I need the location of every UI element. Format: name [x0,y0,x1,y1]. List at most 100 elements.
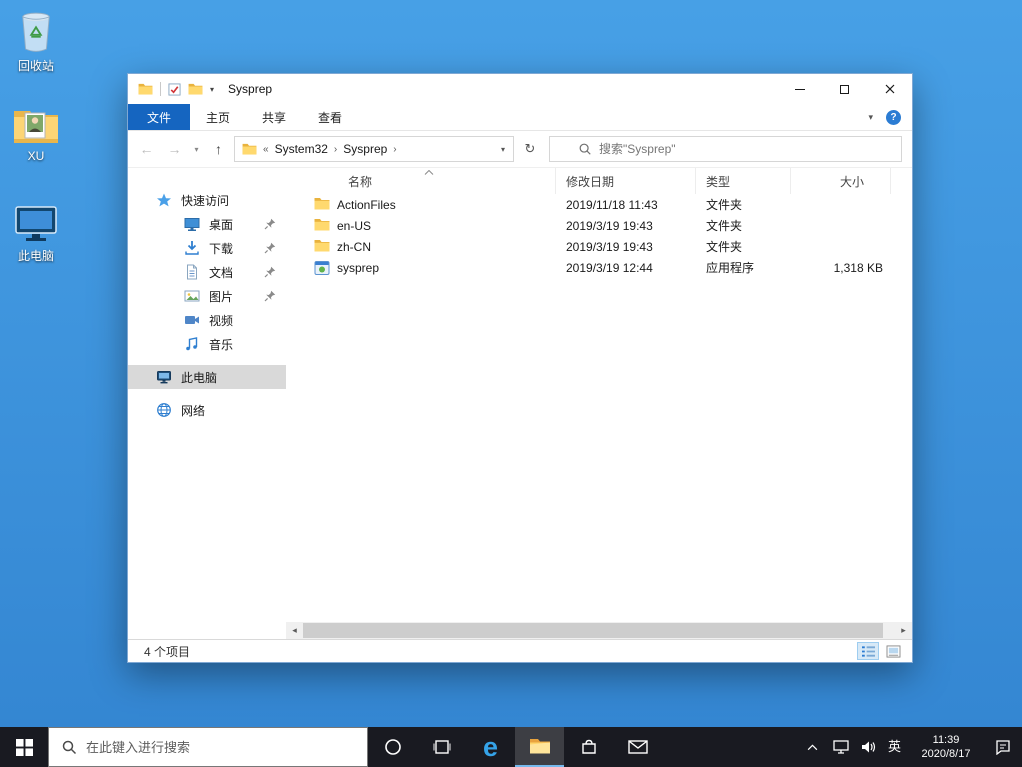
desktop-icon-this-pc[interactable]: 此电脑 [0,196,72,263]
file-date: 2019/11/18 11:43 [566,197,658,212]
clock[interactable]: 11:39 2020/8/17 [908,733,984,761]
column-header-type[interactable]: 类型 [696,168,791,194]
breadcrumb-separator-icon[interactable]: › [334,144,337,155]
sidebar-item-this-pc[interactable]: 此电脑 [128,365,286,389]
qat-new-folder-button[interactable] [188,83,203,95]
taskbar-search[interactable] [48,727,368,767]
file-date: 2019/3/19 19:43 [566,239,653,254]
back-button[interactable]: ← [134,141,159,157]
file-name: sysprep [337,260,380,275]
sidebar-item-network[interactable]: 网络 [128,398,286,422]
music-icon [184,336,200,352]
window-titlebar[interactable]: ▾ Sysprep [128,74,912,104]
file-name: en-US [337,218,372,233]
file-type: 文件夹 [706,219,743,233]
column-header-label: 类型 [706,174,731,189]
search-icon [578,142,592,156]
sidebar-item-quick-access[interactable]: 快速访问 [128,188,286,212]
forward-button[interactable]: → [162,141,187,157]
file-row-zh-cn[interactable]: zh-CN 2019/3/19 19:43 文件夹 [286,236,912,257]
desktop-icon-user-folder[interactable]: XU [0,96,72,163]
ime-indicator[interactable]: 英 [881,727,908,767]
item-count: 4 个项目 [144,644,191,659]
breadcrumb-separator-icon[interactable]: › [393,144,396,155]
up-button[interactable]: ↑ [206,141,231,157]
details-view-icon [861,645,875,657]
explorer-search-input[interactable] [599,142,895,156]
taskbar-search-input[interactable] [86,739,357,755]
tab-home[interactable]: 主页 [190,104,246,130]
sidebar-item-desktop[interactable]: 桌面 [128,212,286,236]
action-center-button[interactable] [984,727,1022,767]
mail-icon [627,740,648,754]
sidebar-item-downloads[interactable]: 下载 [128,236,286,260]
store-icon [581,739,596,754]
help-button[interactable]: ? [886,109,901,125]
scrollbar-thumb[interactable] [303,623,883,638]
scroll-left-arrow-icon[interactable]: ◂ [286,625,303,636]
sidebar-item-label: 视频 [209,313,234,328]
close-icon [885,84,894,94]
task-view-button[interactable] [417,727,466,767]
explorer-window: ▾ Sysprep 文件 主页 共享 查看 ▾ ? ← → ▾ ↑ « Syst… [127,73,913,663]
tab-share[interactable]: 共享 [246,104,302,130]
file-type: 文件夹 [706,240,743,254]
folder-icon [314,239,330,255]
file-date: 2019/3/19 12:44 [566,260,653,275]
sidebar-item-documents[interactable]: 文档 [128,260,286,284]
file-row-actionfiles[interactable]: ActionFiles 2019/11/18 11:43 文件夹 [286,194,912,215]
breadcrumb-overflow[interactable]: « [263,144,269,155]
sidebar-item-music[interactable]: 音乐 [128,332,286,356]
address-bar[interactable]: « System32 › Sysprep › ▾ [234,136,514,162]
volume-tray-button[interactable] [854,727,881,767]
column-header-size[interactable]: 大小 [791,168,891,194]
tray-expand-button[interactable] [797,727,827,767]
refresh-button[interactable]: ↻ [517,141,543,157]
cortana-button[interactable] [368,727,417,767]
search-box[interactable] [549,136,902,162]
breadcrumb-sysprep[interactable]: Sysprep [343,142,387,156]
column-header-label: 名称 [348,174,373,189]
start-button[interactable] [0,727,48,767]
window-controls [777,74,912,104]
file-row-en-us[interactable]: en-US 2019/3/19 19:43 文件夹 [286,215,912,236]
store-button[interactable] [564,727,613,767]
sidebar-item-label: 下载 [209,241,234,256]
sidebar-item-videos[interactable]: 视频 [128,308,286,332]
details-view-button[interactable] [857,642,879,660]
file-explorer-button[interactable] [515,727,564,767]
file-explorer-icon [529,739,550,754]
qat-properties-button[interactable] [168,82,181,96]
download-icon [184,240,200,256]
pin-icon [264,218,276,230]
qat-customize-chevron-icon[interactable]: ▾ [210,85,214,94]
column-header-date[interactable]: 修改日期 [556,168,696,194]
sidebar-item-pictures[interactable]: 图片 [128,284,286,308]
pin-icon [264,290,276,302]
cortana-icon [384,739,401,755]
breadcrumb-system32[interactable]: System32 [275,142,328,156]
document-icon [184,264,200,280]
tab-view[interactable]: 查看 [302,104,358,130]
large-icons-view-button[interactable] [882,642,904,660]
windows-logo-icon [15,738,33,756]
sidebar-item-label: 音乐 [209,337,234,352]
expand-ribbon-chevron-icon[interactable]: ▾ [855,112,886,123]
sidebar-item-label: 文档 [209,265,234,280]
clock-time: 11:39 [932,734,960,746]
maximize-button[interactable] [822,74,867,104]
scroll-right-arrow-icon[interactable]: ▸ [895,625,912,636]
network-tray-button[interactable] [827,727,854,767]
close-button[interactable] [867,74,912,104]
mail-button[interactable] [613,727,662,767]
address-dropdown-chevron-icon[interactable]: ▾ [497,145,509,154]
edge-button[interactable]: e [466,727,515,767]
horizontal-scrollbar[interactable]: ◂ ▸ [286,622,912,639]
minimize-button[interactable] [777,74,822,104]
sort-ascending-icon [424,170,434,175]
column-header-name[interactable]: 名称 [286,168,556,194]
desktop-icon-recycle-bin[interactable]: 回收站 [0,6,72,73]
tab-file[interactable]: 文件 [128,104,191,130]
file-row-sysprep[interactable]: sysprep 2019/3/19 12:44 应用程序 1,318 KB [286,257,912,278]
recent-locations-chevron-icon[interactable]: ▾ [190,145,203,154]
